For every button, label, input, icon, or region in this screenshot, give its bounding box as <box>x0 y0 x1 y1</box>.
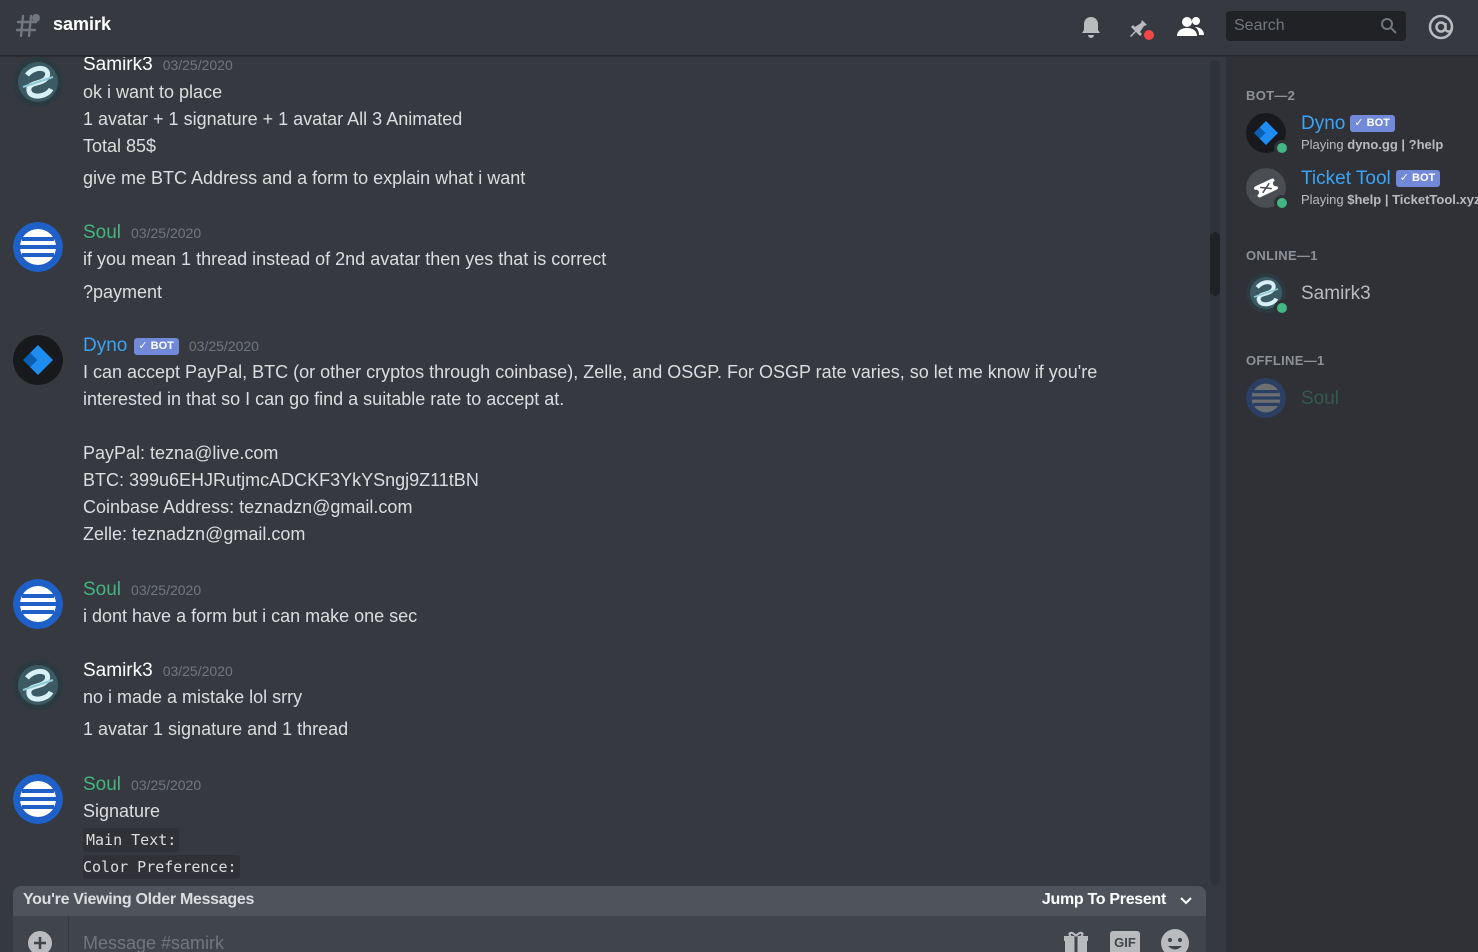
code-text: Main Text: <box>83 828 180 852</box>
message-list[interactable]: Samirk3 03/25/2020 ok i want to place 1 … <box>0 57 1210 887</box>
message-author[interactable]: Samirk3 <box>83 57 153 76</box>
message-author[interactable]: Samirk3 <box>83 660 153 682</box>
avatar-dyno[interactable] <box>13 335 63 385</box>
avatar-soul <box>1246 378 1286 418</box>
message-text: if you mean 1 thread instead of 2nd avat… <box>83 249 607 269</box>
member-name: Soul <box>1301 388 1340 409</box>
avatar-soul[interactable] <box>13 579 63 629</box>
message-timestamp: 03/25/2020 <box>131 582 202 598</box>
member-group-header: OFFLINE—1 <box>1246 353 1325 368</box>
member-ticket-tool[interactable]: Ticket Tool ✓ BOT Playing $help | TicketT… <box>1246 165 1478 211</box>
avatar-samirk3[interactable] <box>13 57 63 107</box>
bot-tag-label: BOT <box>1366 117 1390 129</box>
member-name: Dyno <box>1301 113 1346 134</box>
avatar-samirk3[interactable] <box>13 660 63 710</box>
member-list-icon[interactable] <box>1175 12 1205 42</box>
notification-bell-icon[interactable] <box>1076 12 1106 42</box>
scrollbar-track[interactable] <box>1210 60 1220 885</box>
member-name: Ticket Tool <box>1301 168 1391 189</box>
bot-tag: ✓ BOT <box>1395 170 1441 187</box>
message-text: 1 avatar 1 signature and 1 thread <box>83 719 349 739</box>
message-timestamp: 03/25/2020 <box>131 225 202 241</box>
activity-name: dyno.gg | ?help <box>1347 137 1444 152</box>
avatar-soul[interactable] <box>13 222 63 272</box>
channel-name: samirk <box>53 14 112 34</box>
member-list-sidebar: BOT—2 Dyno ✓ BOT Playing dyno.gg | ?help … <box>1226 57 1478 952</box>
message-text: BTC: 399u6EHJRutjmcADCKF3YkYSngj9Z11tBN <box>83 470 479 490</box>
message-author[interactable]: Dyno <box>83 335 127 357</box>
message-author[interactable]: Soul <box>83 222 121 244</box>
member-name-row: Ticket Tool ✓ BOT <box>1301 168 1441 190</box>
message-timestamp: 03/25/2020 <box>162 663 233 679</box>
activity-prefix: Playing <box>1301 192 1348 207</box>
message-text: I can accept PayPal, BTC (or other crypt… <box>83 362 1098 382</box>
message-author[interactable]: Soul <box>83 774 121 796</box>
gift-icon[interactable] <box>1061 928 1091 952</box>
code-block-line: Color Preference: <box>83 855 240 879</box>
message-text: ?payment <box>83 282 163 302</box>
bot-tag: ✓ BOT <box>134 338 179 355</box>
search-placeholder: Search <box>1234 17 1285 34</box>
bot-tag: ✓ BOT <box>1350 115 1395 132</box>
message-text: Total 85$ <box>83 136 157 156</box>
message-timestamp: 03/25/2020 <box>162 57 233 73</box>
code-block-line: Main Text: <box>83 828 180 852</box>
member-samirk3[interactable]: Samirk3 <box>1246 270 1478 316</box>
text-channel-hash-icon <box>15 14 40 38</box>
member-activity: Playing $help | TicketTool.xyz <box>1301 192 1478 207</box>
message-text: 1 avatar + 1 signature + 1 avatar All 3 … <box>83 109 463 129</box>
jump-to-present-button[interactable]: Jump To Present <box>1042 891 1166 909</box>
member-group-header: BOT—2 <box>1246 88 1296 103</box>
message-author[interactable]: Soul <box>83 579 121 601</box>
message-text: i dont have a form but i can make one se… <box>83 606 418 626</box>
scrollbar-thumb[interactable] <box>1210 232 1220 296</box>
online-status-icon <box>1274 195 1290 211</box>
message-text: give me BTC Address and a form to explai… <box>83 168 526 188</box>
search-input[interactable]: Search <box>1226 11 1406 41</box>
channel-header: samirk Search <box>0 0 1478 56</box>
message-text: Signature <box>83 801 161 821</box>
emoji-icon[interactable] <box>1160 928 1190 952</box>
activity-prefix: Playing <box>1301 137 1348 152</box>
member-name: Samirk3 <box>1301 283 1371 304</box>
message-input[interactable]: Message #samirk <box>83 933 224 952</box>
message-composer[interactable]: Message #samirk GIF <box>13 916 1206 952</box>
pinned-messages-icon[interactable] <box>1126 12 1156 42</box>
code-text: Color Preference: <box>83 855 240 879</box>
member-soul[interactable]: Soul <box>1246 375 1478 421</box>
message-text: no i made a mistake lol srry <box>83 687 303 707</box>
search-icon <box>1381 18 1397 34</box>
message-timestamp: 03/25/2020 <box>188 338 259 354</box>
gif-button[interactable]: GIF <box>1110 931 1140 952</box>
activity-name: $help | TicketTool.xyz <box>1347 192 1478 207</box>
online-status-icon <box>1274 140 1290 156</box>
avatar-soul[interactable] <box>13 774 63 824</box>
mentions-icon[interactable] <box>1426 12 1456 42</box>
member-name-row: Dyno ✓ BOT <box>1301 113 1395 135</box>
chevron-down-icon[interactable] <box>1178 893 1194 909</box>
message-text: ok i want to place <box>83 82 223 102</box>
upload-plus-icon[interactable] <box>25 928 55 952</box>
composer-divider <box>68 916 69 952</box>
message-text: PayPal: tezna@live.com <box>83 443 279 463</box>
message-timestamp: 03/25/2020 <box>131 777 202 793</box>
message-text: Coinbase Address: teznadzn@gmail.com <box>83 497 413 517</box>
member-dyno[interactable]: Dyno ✓ BOT Playing dyno.gg | ?help <box>1246 110 1478 156</box>
viewing-older-label: You're Viewing Older Messages <box>23 891 255 908</box>
bot-tag-label: BOT <box>1412 172 1436 184</box>
member-activity: Playing dyno.gg | ?help <box>1301 137 1443 152</box>
message-text: Zelle: teznadzn@gmail.com <box>83 524 306 544</box>
bot-tag-label: BOT <box>150 340 174 352</box>
member-group-header: ONLINE—1 <box>1246 248 1318 263</box>
older-messages-bar[interactable]: You're Viewing Older Messages Jump To Pr… <box>13 886 1206 916</box>
message-text: interested in that so I can go find a su… <box>83 389 565 409</box>
online-status-icon <box>1274 300 1290 316</box>
